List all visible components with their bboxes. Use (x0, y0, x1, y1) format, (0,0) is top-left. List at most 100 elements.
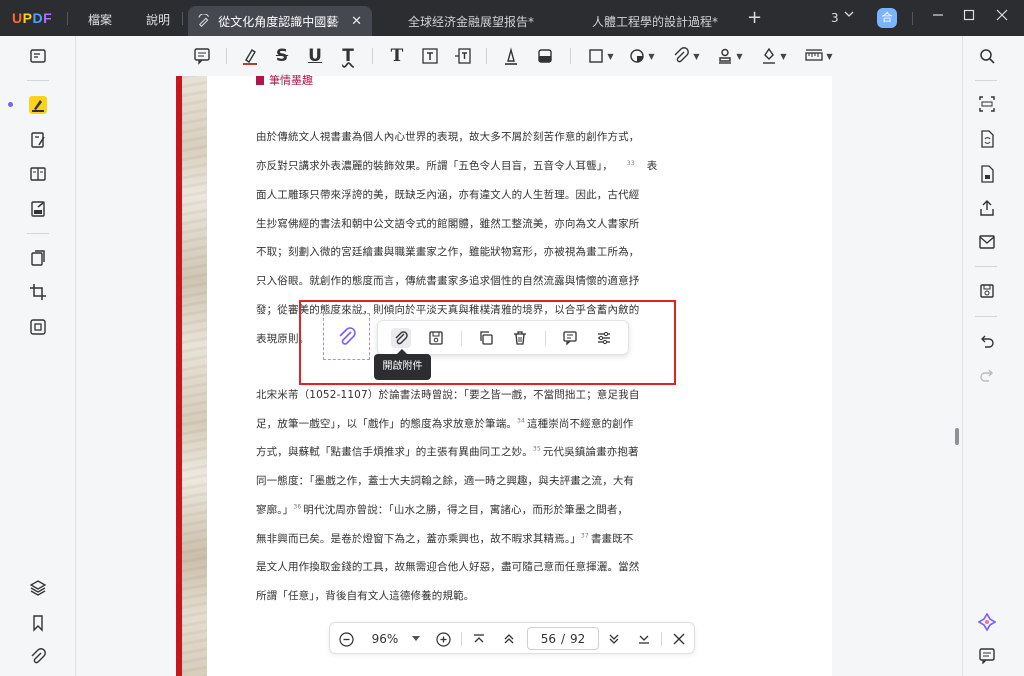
shape-icon[interactable]: ▼ (585, 46, 617, 66)
attachment-icon[interactable]: ▼ (672, 46, 700, 66)
sidebar-divider (975, 266, 997, 267)
search-icon[interactable] (978, 47, 996, 65)
organize-pages-icon[interactable] (28, 248, 48, 268)
save-attachment-icon[interactable] (426, 328, 446, 348)
protect-icon[interactable] (978, 165, 996, 183)
nav-divider (461, 632, 462, 646)
tools-icon[interactable] (28, 317, 48, 337)
title-bar: UPDF 檔案 說明 從文化角度認識中國藝術* ✕ 全球经济金融展望报告* 人體… (0, 0, 1024, 36)
reader-icon[interactable] (28, 46, 48, 66)
ai-assistant-icon[interactable] (978, 613, 996, 631)
close-icon[interactable]: ✕ (351, 14, 362, 29)
ocr-icon[interactable] (978, 95, 996, 113)
toolbar-divider (570, 48, 571, 64)
undo-icon[interactable] (978, 332, 996, 350)
toolbar-divider (372, 48, 373, 64)
paperclip-icon (338, 326, 356, 345)
edit-doc-icon (198, 14, 209, 27)
comments-panel-icon[interactable] (978, 647, 996, 665)
zoom-out-icon[interactable] (337, 630, 355, 648)
copy-icon[interactable] (476, 328, 496, 348)
stamp-icon[interactable]: ▼ (714, 46, 746, 66)
new-tab-icon[interactable]: + (747, 7, 762, 28)
text-line: 方式，與蘇軾「點畫信手煩推求」的主張有異曲同工之妙。35 元代吳鎮論畫亦抱著 (256, 445, 639, 459)
file-attachment-annotation[interactable] (323, 313, 370, 360)
close-icon[interactable] (670, 630, 688, 648)
text-line: 所謂「任意」，背後自有文人這德修養的規範。 (256, 590, 475, 602)
section-marker (256, 76, 264, 85)
updf-logo: UPDF (12, 10, 53, 26)
chevron-down-icon[interactable] (844, 8, 854, 22)
last-page-icon[interactable] (635, 630, 653, 648)
layers-icon[interactable] (28, 578, 48, 598)
menu-file[interactable]: 檔案 (88, 11, 112, 28)
tab-document-3[interactable]: 人體工程學的設計過程* (580, 6, 730, 36)
signature-icon[interactable]: ▼ (758, 46, 790, 66)
next-page-icon[interactable] (605, 630, 623, 648)
text-callout-icon[interactable] (453, 46, 473, 66)
minimize-icon[interactable] (932, 9, 944, 25)
attachment-context-toolbar (377, 320, 629, 355)
convert-icon[interactable] (978, 130, 996, 148)
edit-pdf-icon[interactable] (28, 130, 48, 150)
tab-document-2[interactable]: 全球经济金融展望报告* (396, 6, 546, 36)
attachment-panel-icon[interactable] (28, 647, 48, 667)
email-icon[interactable] (978, 233, 996, 251)
zoom-in-icon[interactable] (434, 630, 452, 648)
underline-icon[interactable]: U (305, 46, 325, 66)
zoom-dropdown-icon[interactable] (410, 630, 422, 648)
strikethrough-icon[interactable]: S (272, 46, 292, 66)
text-icon[interactable]: T (387, 46, 407, 66)
form-icon[interactable] (28, 199, 48, 219)
measure-icon[interactable]: ▼ (803, 46, 835, 66)
page-layout-icon[interactable] (28, 164, 48, 184)
text-line: 不取；刻劃入微的宮廷繪畫與職業畫家之作，雖能狀物寫形，亦被視為畫工所為， (256, 246, 640, 258)
textbox-icon[interactable] (420, 46, 440, 66)
eraser-icon[interactable] (535, 46, 555, 66)
zoom-level[interactable]: 96% (365, 630, 405, 648)
page-navigation-bar: 96% 56/92 (329, 622, 695, 654)
text-line: 生抄寫佛經的書法和朝中公文語令式的館閣體，雖然工整流美，亦向為文人書家所 (256, 218, 640, 230)
squiggly-icon[interactable]: T (338, 46, 358, 66)
text-line: 是文人用作換取金錢的工具，故無需迎合他人好惡，盡可隨己意而任意揮灑。當然 (256, 561, 640, 573)
tab-document-1[interactable]: 從文化角度認識中國藝術* ✕ (188, 6, 372, 36)
close-window-icon[interactable] (996, 9, 1008, 25)
first-page-icon[interactable] (470, 630, 488, 648)
text-line: 無非興而已矣。是卷於燈窗下為之，蓋亦乘興也，故不暇求其精焉。」37 書畫既不 (256, 532, 634, 546)
properties-icon[interactable] (594, 328, 614, 348)
toolbar-divider (461, 331, 462, 346)
open-attachment-icon[interactable] (391, 328, 411, 348)
tab-label: 從文化角度認識中國藝術* (218, 14, 339, 29)
delete-icon[interactable] (510, 328, 530, 348)
active-indicator (8, 102, 13, 107)
comment-icon[interactable] (192, 46, 212, 66)
tab-label: 人體工程學的設計過程* (592, 14, 719, 29)
crop-icon[interactable] (28, 282, 48, 302)
share-icon[interactable] (978, 199, 996, 217)
bookmark-icon[interactable] (28, 613, 48, 633)
text-line: 亦反對只講求外表濃麗的裝飾效果。所謂「五色令人目盲，五音令人耳聾」， 33 表 (256, 159, 658, 173)
sidebar-divider (27, 80, 49, 81)
avatar[interactable]: 合 (877, 8, 897, 28)
text-line: 北宋米芾（1052-1107）於論書法時曾說：「要之皆一戲，不當問拙工；意足我自 (256, 389, 640, 401)
page-number-input[interactable]: 56/92 (527, 627, 599, 650)
left-sidebar (0, 36, 76, 676)
tooltip: 開啟附件 (374, 349, 431, 380)
comment-mode-icon[interactable] (28, 95, 48, 115)
pencil-icon[interactable] (501, 46, 521, 66)
highlight-icon[interactable] (240, 46, 260, 66)
annotation-toolbar: S U T T ▼ ▼ ▼ ▼ ▼ ▼ (76, 36, 962, 76)
text-line: 只入俗眼。就創作的態度而言，傳統書畫家多追求個性的自然流露與情懷的適意抒 (256, 275, 640, 287)
add-comment-icon[interactable] (560, 328, 580, 348)
save-icon[interactable] (978, 282, 996, 300)
maximize-icon[interactable] (963, 9, 975, 25)
menu-help[interactable]: 說明 (146, 11, 170, 28)
vertical-scrollbar[interactable] (955, 428, 959, 445)
sticker-icon[interactable]: ▼ (626, 46, 658, 66)
title-divider (182, 12, 183, 25)
redo-icon[interactable] (978, 366, 996, 384)
sidebar-divider (975, 316, 997, 317)
tab-count[interactable]: 3 (831, 11, 839, 25)
previous-page-icon[interactable] (500, 630, 518, 648)
tab-label: 全球经济金融展望报告* (408, 14, 535, 29)
